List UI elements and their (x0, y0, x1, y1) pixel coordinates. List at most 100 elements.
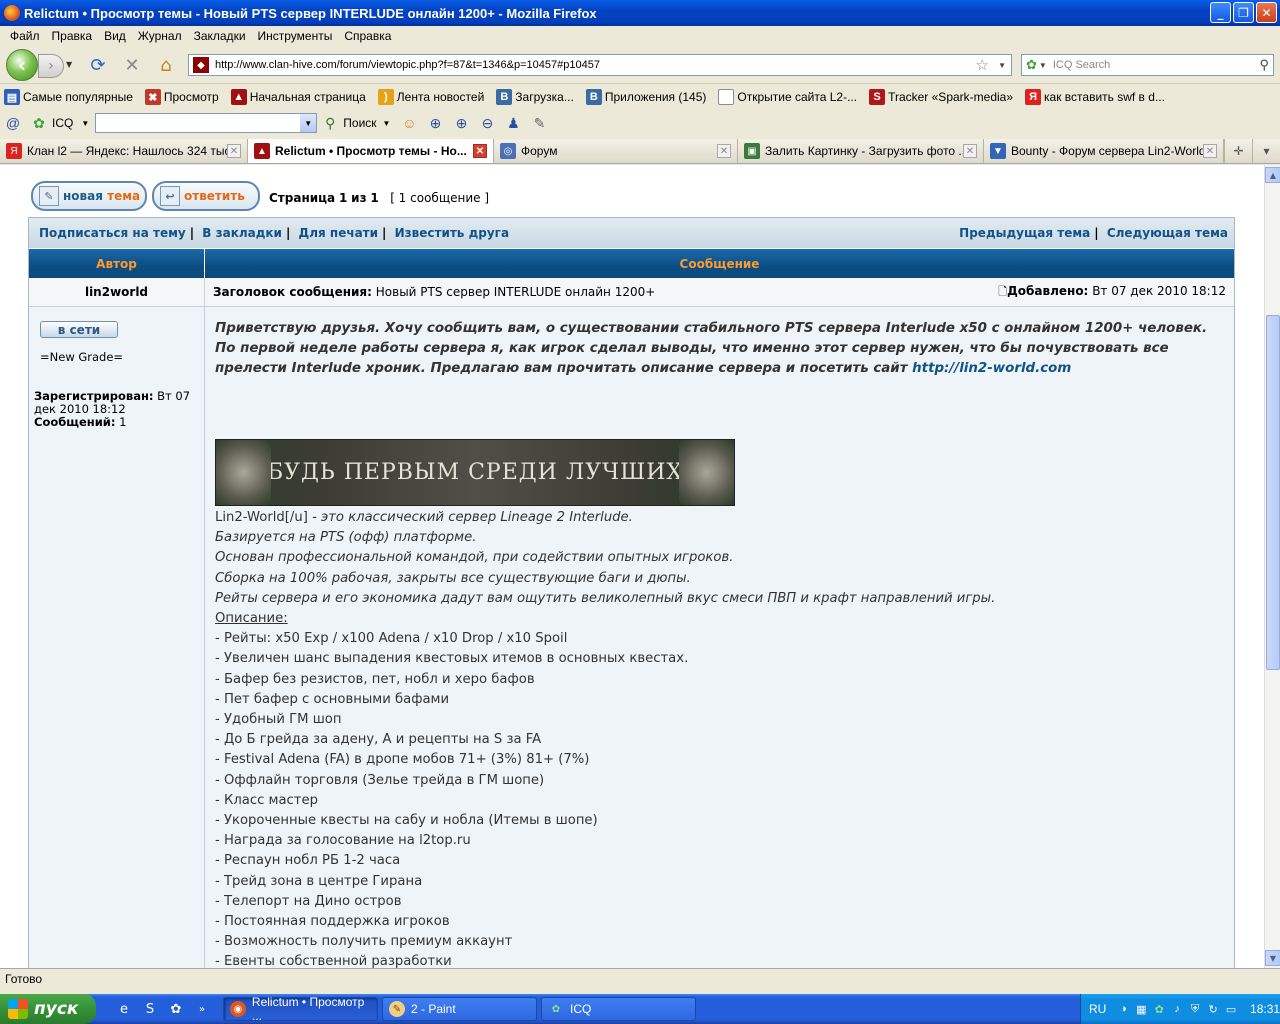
print-link[interactable]: Для печати (299, 226, 379, 240)
site-link[interactable]: http://lin2-world.com (912, 361, 1071, 376)
post-row: в сети =New Grade= Зарегистрирован: Вт 0… (29, 307, 1234, 968)
new-topic-button[interactable]: ✎ новая тема (31, 181, 147, 211)
network-icon[interactable]: ▦ (1133, 1001, 1149, 1017)
feature-line: - Укороченные квесты на сабу и нобла (Ит… (215, 813, 598, 829)
feature-line: - Оффлайн торговля (Зелье трейда в ГМ шо… (215, 772, 545, 788)
tab-yandex[interactable]: Я Клан l2 — Яндекс: Нашлось 324 тыс... ✕ (0, 139, 248, 163)
post-icon[interactable]: 🗋 (998, 285, 1007, 298)
skype-icon[interactable]: S (140, 999, 160, 1019)
menu-bookmarks[interactable]: Закладки (188, 29, 252, 43)
close-tab-icon[interactable]: ✕ (473, 144, 487, 158)
search-dropdown-icon[interactable]: ▼ (383, 119, 391, 128)
new-tab-icon[interactable]: ✛ (1224, 139, 1252, 163)
scroll-down-icon[interactable]: ▼ (1265, 950, 1280, 966)
feature-line: - Трейд зона в центре Гирана (215, 873, 423, 889)
close-tab-icon[interactable]: ✕ (963, 144, 977, 158)
taskbar-item-paint[interactable]: ✎ 2 - Paint (382, 997, 537, 1021)
quicklaunch-more-icon[interactable]: » (192, 999, 212, 1019)
bookmark-item[interactable]: ▲ Начальная страница (227, 89, 366, 105)
icq-search-button[interactable]: Поиск (343, 116, 376, 130)
close-button[interactable]: ✕ (1256, 2, 1277, 23)
scrollbar-thumb[interactable] (1266, 315, 1280, 670)
reply-button[interactable]: ↩ ответить (152, 181, 260, 211)
icq-dropdown-icon[interactable]: ▼ (81, 119, 89, 128)
back-button[interactable]: ‹ (6, 49, 38, 81)
at-icon[interactable]: @ (3, 113, 23, 133)
zoom-in-icon[interactable]: ⊕ (425, 113, 445, 133)
url-bar[interactable]: ◆ http://www.clan-hive.com/forum/viewtop… (188, 54, 1012, 76)
bookmark-item[interactable]: ▤ Самые популярные (0, 89, 133, 105)
zoom-fit-icon[interactable]: ⊕ (451, 113, 471, 133)
language-indicator[interactable]: RU (1089, 1002, 1106, 1016)
post-author[interactable]: lin2world (29, 278, 205, 306)
taskbar-item-icq[interactable]: ✿ ICQ (541, 997, 696, 1021)
search-magnifier-icon[interactable]: ⚲ (1259, 57, 1269, 73)
icq-search-input[interactable]: ▼ (95, 113, 318, 133)
smiley-icon[interactable]: ☺ (399, 113, 419, 133)
home-icon[interactable]: ⌂ (156, 55, 176, 76)
tab-forum[interactable]: ◎ Форум ✕ (494, 139, 738, 163)
search-icon[interactable]: ⚲ (320, 113, 340, 133)
bookmark-item[interactable]: Открытие сайта L2-... (714, 89, 857, 105)
security-icon[interactable]: ⛨ (1187, 1001, 1203, 1017)
bookmark-item[interactable]: S Tracker «Spark-media» (865, 89, 1013, 105)
bookmark-item[interactable]: B Загрузка... (492, 89, 574, 105)
bookmark-item[interactable]: Якак вставить swf в d... (1021, 89, 1165, 105)
zoom-out-icon[interactable]: ⊖ (477, 113, 497, 133)
bluetooth-icon[interactable]: ◑ (1115, 1001, 1131, 1017)
menu-edit[interactable]: Правка (46, 29, 99, 43)
window-title-bar[interactable]: Relictum • Просмотр темы - Новый PTS сер… (0, 0, 1280, 26)
update-icon[interactable]: ↻ (1205, 1001, 1221, 1017)
scroll-up-icon[interactable]: ▲ (1265, 167, 1280, 183)
stop-icon[interactable]: ✕ (122, 55, 142, 76)
vertical-scrollbar[interactable]: ▲ ▼ (1264, 165, 1280, 968)
tab-relictum[interactable]: ▲ Relictum • Просмотр темы - Но... ✕ (248, 139, 494, 163)
bookmark-item[interactable]: B Приложения (145) (582, 89, 706, 105)
menu-view[interactable]: Вид (98, 29, 132, 43)
bookmark-link[interactable]: В закладки (202, 226, 282, 240)
search-engine-dropdown-icon[interactable]: ▼ (1039, 61, 1047, 70)
ie-icon[interactable]: e (114, 999, 134, 1019)
reload-icon[interactable]: ⟳ (88, 55, 108, 76)
maximize-button[interactable]: ❐ (1233, 2, 1254, 23)
notify-friend-link[interactable]: Известить друга (395, 226, 509, 240)
taskbar-item-firefox[interactable]: ◉ Relictum • Просмотр ... (223, 995, 378, 1023)
search-box[interactable]: ✿ ▼ ICQ Search ⚲ (1021, 54, 1274, 76)
close-tab-icon[interactable]: ✕ (227, 144, 241, 158)
minimize-button[interactable]: _ (1210, 2, 1231, 23)
next-topic-link[interactable]: Следующая тема (1107, 226, 1228, 240)
list-tabs-icon[interactable]: ▾ (1252, 139, 1280, 163)
bookmark-label: Просмотр (163, 90, 219, 104)
icq-label[interactable]: ICQ (52, 116, 73, 130)
pagination-of: из (351, 191, 367, 205)
chevron-down-icon[interactable]: ▼ (300, 114, 317, 132)
previous-topic-link[interactable]: Предыдущая тема (959, 226, 1090, 240)
user-icon[interactable]: ♟ (503, 113, 523, 133)
highlighter-icon[interactable]: ✎ (529, 113, 549, 133)
menu-history[interactable]: Журнал (132, 29, 188, 43)
menu-help[interactable]: Справка (338, 29, 397, 43)
url-dropdown-icon[interactable]: ▼ (998, 61, 1006, 70)
icq-quicklaunch-icon[interactable]: ✿ (166, 999, 186, 1019)
icq-flower-icon: ✿ (1026, 57, 1037, 72)
menu-tools[interactable]: Инструменты (252, 29, 339, 43)
close-tab-icon[interactable]: ✕ (1203, 144, 1217, 158)
tab-upload-image[interactable]: ▣ Залить Картинку - Загрузить фото ... ✕ (738, 139, 984, 163)
bookmark-item[interactable]: ✖ Просмотр (141, 89, 219, 105)
start-button[interactable]: пуск (0, 994, 96, 1024)
feature-line: - Удобный ГМ шоп (215, 712, 342, 728)
icq-flower-icon[interactable]: ✿ (29, 113, 49, 133)
monitor-icon[interactable]: ▭ (1223, 1001, 1239, 1017)
bookmark-star-icon[interactable]: ☆ (976, 56, 989, 74)
subscribe-link[interactable]: Подписаться на тему (39, 226, 186, 240)
history-dropdown-icon[interactable]: ▼ (66, 60, 72, 69)
close-tab-icon[interactable]: ✕ (717, 144, 731, 158)
icq-tray-icon[interactable]: ✿ (1151, 1001, 1167, 1017)
menu-file[interactable]: Файл (4, 29, 46, 43)
reply-label: ответить (184, 189, 245, 203)
forward-button[interactable]: › (38, 54, 64, 78)
volume-icon[interactable]: ♪ (1169, 1001, 1185, 1017)
firefox-icon: ◉ (230, 1001, 246, 1017)
tab-bounty[interactable]: ▼ Bounty - Форум сервера Lin2-World.c...… (984, 139, 1224, 163)
bookmark-item[interactable]: ) Лента новостей (374, 89, 484, 105)
